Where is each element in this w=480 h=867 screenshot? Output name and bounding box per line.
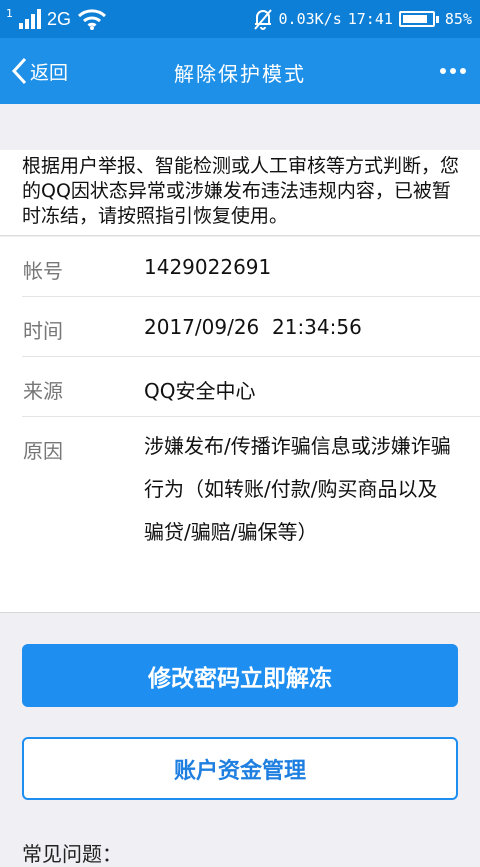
source-label: 来源 xyxy=(23,379,63,403)
info-list: 帐号 1429022691 时间 2017/09/26 21:34:56 来源 … xyxy=(0,237,480,613)
more-menu-button[interactable] xyxy=(436,58,470,84)
account-funds-management-button[interactable]: 账户资金管理 xyxy=(22,737,458,800)
sim-number: 1 xyxy=(6,6,13,20)
account-value: 1429022691 xyxy=(144,255,272,279)
info-row-time: 时间 2017/09/26 21:34:56 xyxy=(0,297,480,357)
signal-icon xyxy=(19,9,41,29)
battery-percent: 85% xyxy=(444,10,472,28)
info-row-account: 帐号 1429022691 xyxy=(0,237,480,297)
battery-icon xyxy=(398,11,439,27)
change-password-unfreeze-button[interactable]: 修改密码立即解冻 xyxy=(22,644,458,707)
nav-bar: 返回 解除保护模式 xyxy=(0,38,480,104)
status-bar: 1 2G 0.03K/s 17:41 85% xyxy=(0,0,480,38)
freeze-notice: 根据用户举报、智能检测或人工审核等方式判断，您的QQ因状态异常或涉嫌发布违法违规… xyxy=(0,150,480,236)
account-label: 帐号 xyxy=(23,259,63,283)
page-title: 解除保护模式 xyxy=(174,62,306,86)
notice-text: 根据用户举报、智能检测或人工审核等方式判断，您的QQ因状态异常或涉嫌发布违法违规… xyxy=(22,155,460,227)
wifi-icon xyxy=(77,9,107,30)
network-type: 2G xyxy=(47,8,72,29)
status-right: 0.03K/s 17:41 85% xyxy=(253,8,480,30)
clock: 17:41 xyxy=(347,10,393,28)
status-left: 1 2G xyxy=(0,6,107,30)
faq-heading: 常见问题： xyxy=(22,842,122,866)
more-dot-icon xyxy=(440,68,446,74)
info-row-reason: 原因 涉嫌发布/传播诈骗信息或涉嫌诈骗行为（如转账/付款/购买商品以及骗贷/骗赔… xyxy=(0,417,480,612)
time-value: 2017/09/26 21:34:56 xyxy=(144,315,362,339)
info-row-source: 来源 QQ安全中心 xyxy=(0,357,480,417)
network-speed: 0.03K/s xyxy=(278,10,342,28)
more-dot-icon xyxy=(460,68,466,74)
bell-muted-icon xyxy=(253,9,272,30)
battery-fill xyxy=(402,15,427,23)
reason-value: 涉嫌发布/传播诈骗信息或涉嫌诈骗行为（如转账/付款/购买商品以及骗贷/骗赔/骗保… xyxy=(144,434,451,544)
reason-label: 原因 xyxy=(23,439,63,463)
time-label: 时间 xyxy=(23,319,63,343)
source-value: QQ安全中心 xyxy=(144,379,256,403)
more-dot-icon xyxy=(450,68,456,74)
